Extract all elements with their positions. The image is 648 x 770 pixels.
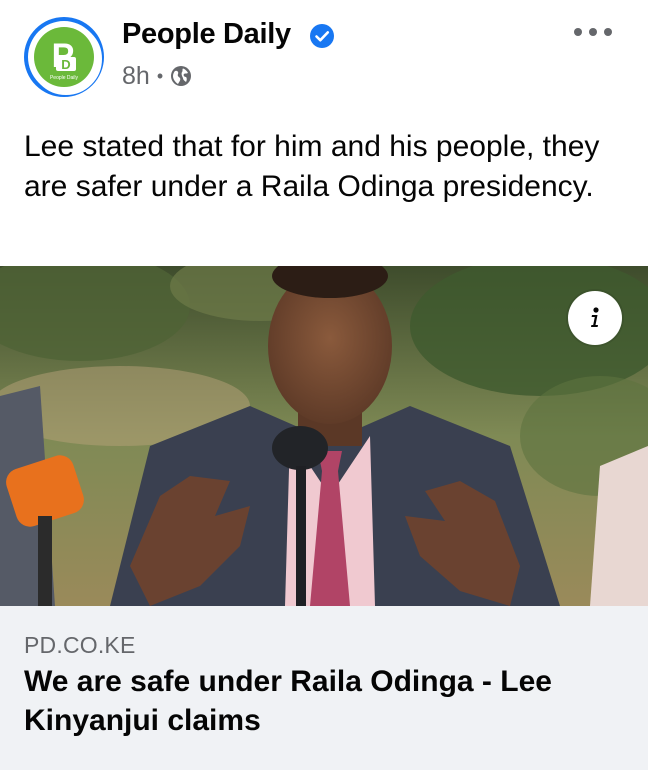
page-avatar[interactable]: P D People Daily	[24, 17, 104, 97]
link-title[interactable]: We are safe under Raila Odinga - Lee Kin…	[24, 662, 624, 740]
link-preview[interactable]: PD.CO.KE We are safe under Raila Odinga …	[0, 606, 648, 770]
more-dot	[574, 28, 582, 36]
post-text: Lee stated that for him and his people, …	[24, 130, 600, 203]
post-time[interactable]: 8h	[122, 62, 150, 91]
verified-badge-icon	[309, 23, 335, 49]
logo-subtext: People Daily	[50, 75, 79, 81]
post-photo[interactable]	[0, 266, 648, 606]
people-daily-logo: P D People Daily	[34, 27, 94, 87]
facebook-post: P D People Daily People Daily 8h • Lee s…	[0, 0, 648, 770]
meta-separator: •	[156, 65, 164, 86]
info-icon[interactable]	[568, 291, 622, 345]
svg-text:D: D	[61, 57, 70, 72]
globe-icon[interactable]	[170, 65, 192, 87]
more-dot	[589, 28, 597, 36]
press-conference-photo	[0, 266, 648, 606]
post-meta: 8h •	[122, 62, 192, 90]
page-name[interactable]: People Daily	[122, 17, 291, 51]
link-domain: PD.CO.KE	[24, 632, 136, 658]
more-options-icon[interactable]	[574, 20, 612, 44]
more-dot	[604, 28, 612, 36]
